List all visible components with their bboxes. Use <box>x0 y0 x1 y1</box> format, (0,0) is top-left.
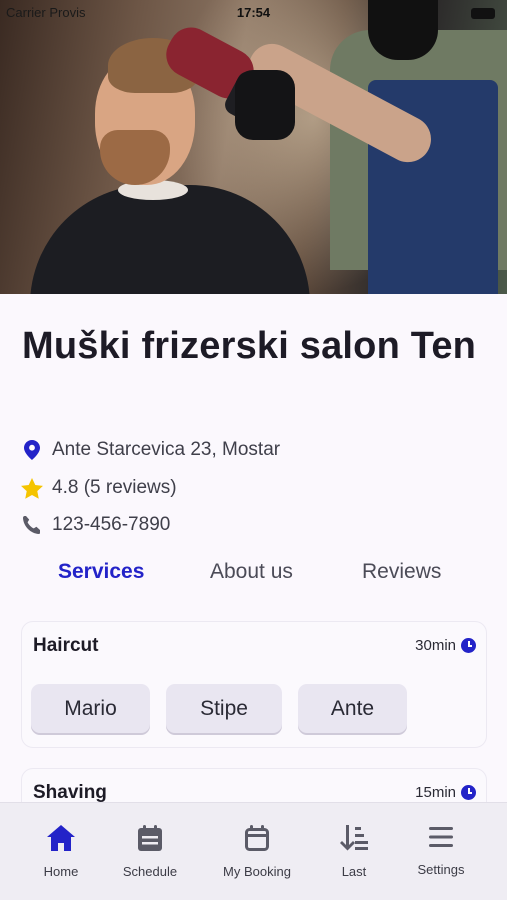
service-card-haircut[interactable]: Haircut 30min Mario Stipe Ante <box>21 621 487 748</box>
duration-text: 15min <box>415 784 456 801</box>
service-duration: 15min <box>415 784 476 801</box>
barber-button-stipe[interactable]: Stipe <box>166 684 282 733</box>
status-time: 17:54 <box>236 5 271 20</box>
clock-icon <box>461 785 476 800</box>
duration-text: 30min <box>415 637 456 654</box>
salon-hero-image <box>0 0 507 294</box>
tab-about-us[interactable]: About us <box>210 560 293 584</box>
home-icon <box>47 825 75 856</box>
phone-text: 123-456-7890 <box>52 514 171 535</box>
calendar-icon <box>245 825 269 856</box>
tab-reviews[interactable]: Reviews <box>362 560 441 584</box>
service-name: Haircut <box>33 635 99 656</box>
nav-label: Home <box>43 864 79 879</box>
salon-rating[interactable]: 4.8 (5 reviews) <box>20 475 177 501</box>
menu-icon <box>429 825 453 854</box>
nav-schedule[interactable]: Schedule <box>117 825 183 879</box>
sort-icon <box>340 825 368 856</box>
star-icon <box>20 476 44 500</box>
barber-button-mario[interactable]: Mario <box>31 684 150 733</box>
address-text: Ante Starcevica 23, Mostar <box>52 439 281 460</box>
status-bar: Carrier Provis 17:54 <box>0 0 507 28</box>
nav-settings[interactable]: Settings <box>412 825 470 877</box>
barber-button-ante[interactable]: Ante <box>298 684 407 733</box>
location-pin-icon <box>20 438 44 462</box>
nav-label: My Booking <box>223 864 291 879</box>
nav-label: Settings <box>417 862 465 877</box>
salon-phone[interactable]: 123-456-7890 <box>20 512 170 538</box>
clock-icon <box>461 638 476 653</box>
nav-my-booking[interactable]: My Booking <box>219 825 295 879</box>
salon-address[interactable]: Ante Starcevica 23, Mostar <box>20 437 280 463</box>
service-name: Shaving <box>33 782 107 803</box>
battery-icon <box>471 8 495 19</box>
nav-label: Last <box>341 864 367 879</box>
nav-home[interactable]: Home <box>41 825 81 879</box>
rating-text: 4.8 (5 reviews) <box>52 477 177 498</box>
nav-label: Schedule <box>122 864 178 879</box>
tab-services[interactable]: Services <box>58 560 144 584</box>
barber-list: Mario Stipe Ante <box>31 684 407 733</box>
bottom-navigation: Home Schedule My Booking Last Settings <box>0 802 507 900</box>
phone-icon <box>20 513 44 537</box>
schedule-icon <box>138 825 162 856</box>
service-duration: 30min <box>415 637 476 654</box>
salon-name: Muški frizerski salon Ten <box>22 325 477 367</box>
nav-last[interactable]: Last <box>334 825 374 879</box>
